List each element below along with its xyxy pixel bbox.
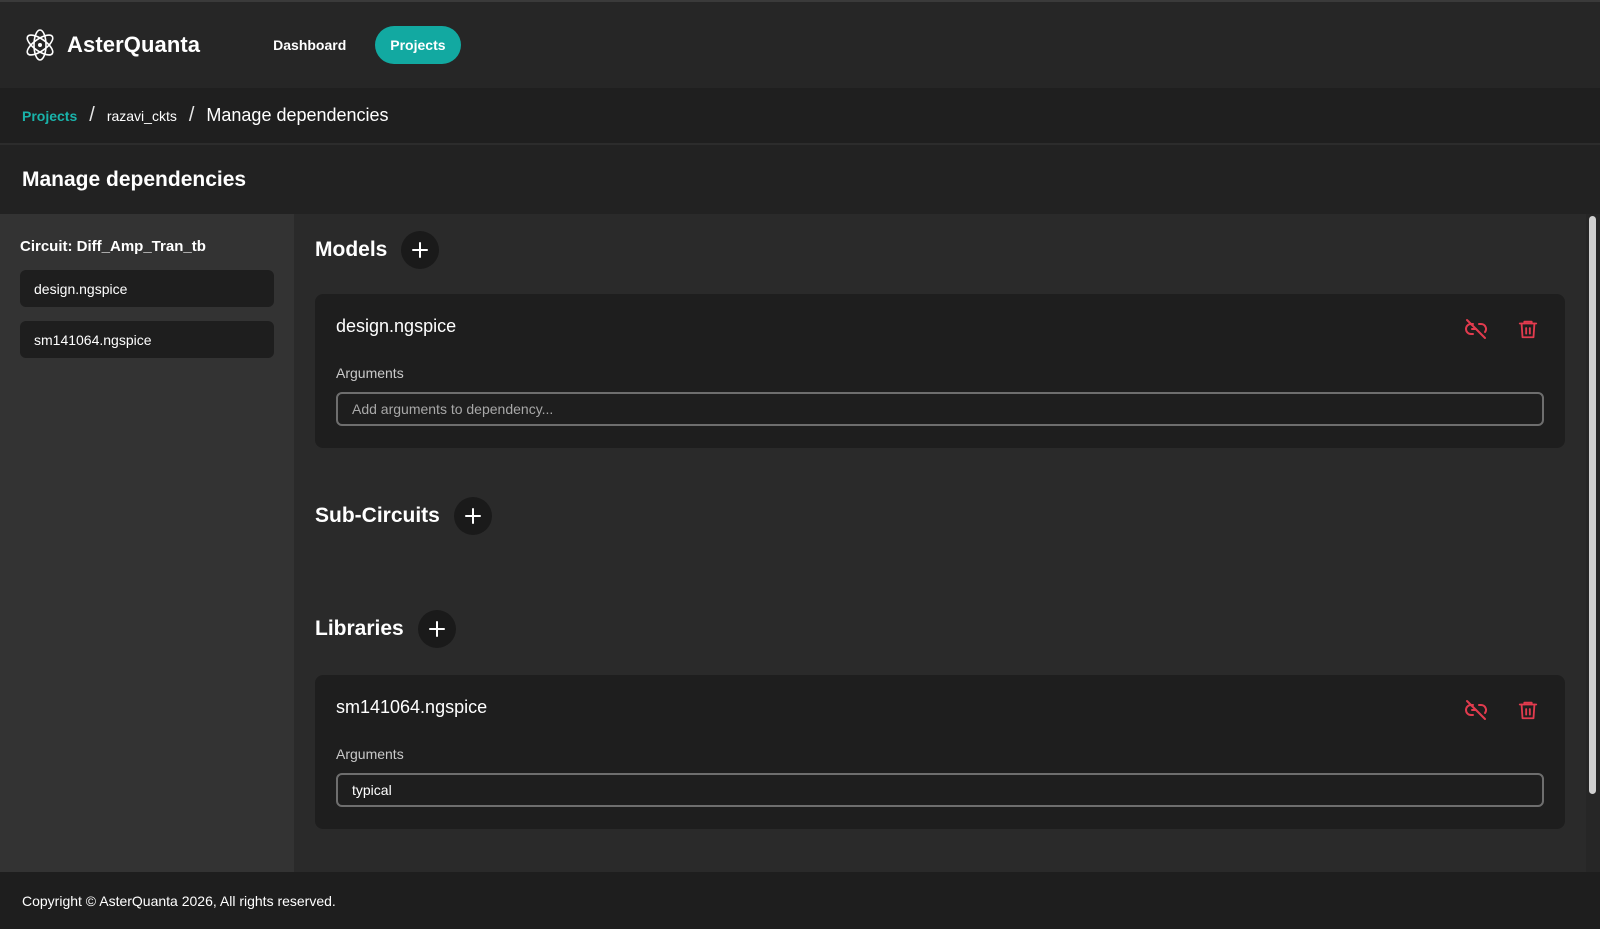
footer: Copyright © AsterQuanta 2026, All rights… xyxy=(0,872,1600,929)
unlink-button[interactable] xyxy=(1461,695,1491,725)
sidebar-file-sm141064[interactable]: sm141064.ngspice xyxy=(20,321,274,358)
atom-logo-icon xyxy=(26,29,54,61)
breadcrumb-project-link[interactable]: razavi_ckts xyxy=(107,108,177,124)
libraries-section-header: Libraries xyxy=(315,610,456,648)
dependency-name: sm141064.ngspice xyxy=(336,697,488,717)
top-navbar: AsterQuanta Dashboard Projects xyxy=(0,0,1600,88)
sidebar-file-design[interactable]: design.ngspice xyxy=(20,270,274,307)
delete-button[interactable] xyxy=(1513,695,1543,725)
brand[interactable]: AsterQuanta xyxy=(22,27,200,63)
model-arguments-input[interactable] xyxy=(336,392,1544,426)
add-subcircuit-button[interactable] xyxy=(453,497,492,535)
models-section-header: Models xyxy=(315,231,440,269)
plus-icon xyxy=(428,621,445,637)
breadcrumb-current: Manage dependencies xyxy=(206,105,389,125)
dependencies-main: Models design.ngspice Arguments Add argu… xyxy=(294,214,1586,872)
unlink-button[interactable] xyxy=(1461,314,1491,344)
trash-icon xyxy=(1518,320,1538,339)
add-model-button[interactable] xyxy=(401,231,440,269)
nav-projects[interactable]: Projects xyxy=(375,26,461,64)
unlink-icon xyxy=(1465,700,1487,720)
delete-button[interactable] xyxy=(1513,314,1543,344)
nav-dashboard[interactable]: Dashboard xyxy=(258,26,361,64)
brand-name: AsterQuanta xyxy=(67,32,201,57)
scrollbar[interactable] xyxy=(1586,214,1600,872)
library-card: sm141064.ngspice Arguments typical xyxy=(315,675,1565,829)
plus-icon xyxy=(464,508,481,524)
breadcrumb-separator: / xyxy=(188,104,195,126)
libraries-title: Libraries xyxy=(315,617,404,640)
card-actions xyxy=(1439,695,1543,725)
copyright-text: Copyright © AsterQuanta 2026, All rights… xyxy=(22,892,336,909)
add-library-button[interactable] xyxy=(417,610,456,648)
card-actions xyxy=(1439,314,1543,344)
unlink-icon xyxy=(1465,319,1487,339)
page-header: Manage dependencies xyxy=(0,143,1600,214)
scrollbar-thumb[interactable] xyxy=(1589,216,1596,794)
arguments-label: Arguments xyxy=(336,746,404,762)
dependency-sidebar: Circuit: Diff_Amp_Tran_tb design.ngspice… xyxy=(0,214,294,872)
models-title: Models xyxy=(315,238,388,261)
breadcrumb: Projects / razavi_ckts / Manage dependen… xyxy=(0,88,1600,143)
main-nav: Dashboard Projects xyxy=(258,26,474,64)
breadcrumb-projects-link[interactable]: Projects xyxy=(22,108,77,124)
plus-icon xyxy=(412,242,429,258)
dependency-name: design.ngspice xyxy=(336,316,457,336)
arguments-label: Arguments xyxy=(336,365,404,381)
breadcrumb-separator: / xyxy=(89,104,95,126)
library-arguments-input[interactable] xyxy=(336,773,1544,807)
circuit-label: Circuit: Diff_Amp_Tran_tb xyxy=(20,238,206,255)
subcircuits-title: Sub-Circuits xyxy=(315,504,440,527)
subcircuits-section-header: Sub-Circuits xyxy=(315,497,492,535)
model-card: design.ngspice Arguments Add arguments t… xyxy=(315,294,1565,448)
trash-icon xyxy=(1518,701,1538,720)
page-title: Manage dependencies xyxy=(22,167,247,191)
